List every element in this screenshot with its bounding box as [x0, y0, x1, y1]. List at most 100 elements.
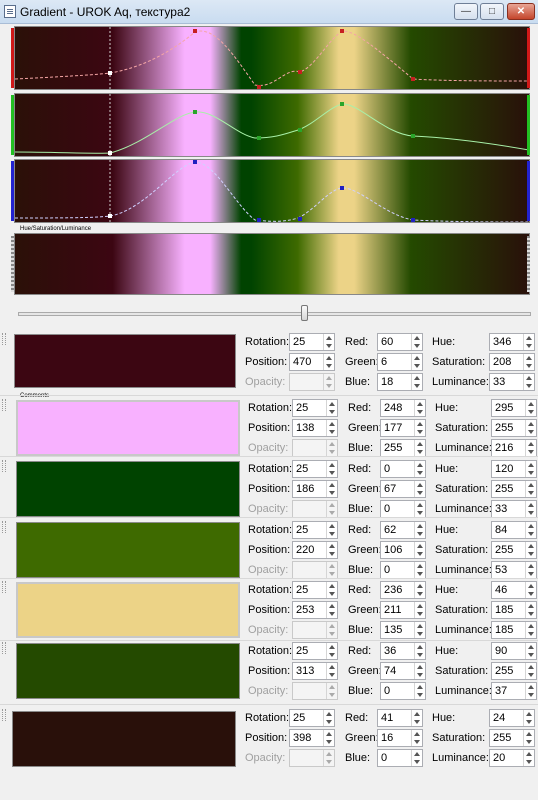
- green-spinbox[interactable]: 6: [377, 353, 423, 371]
- spin-arrows-icon[interactable]: [525, 663, 536, 679]
- spin-arrows-icon[interactable]: [414, 582, 425, 598]
- spin-arrows-icon[interactable]: [326, 643, 337, 659]
- position-spinbox[interactable]: 398: [289, 729, 335, 747]
- spin-arrows-icon[interactable]: [414, 683, 425, 699]
- spin-arrows-icon[interactable]: [326, 582, 337, 598]
- spin-arrows-icon[interactable]: [525, 542, 536, 558]
- minimize-button[interactable]: —: [454, 3, 478, 20]
- spin-arrows-icon[interactable]: [525, 683, 536, 699]
- spin-arrows-icon[interactable]: [411, 730, 422, 746]
- green-spinbox[interactable]: 74: [380, 662, 426, 680]
- spin-arrows-icon[interactable]: [414, 622, 425, 638]
- hue-spinbox[interactable]: 46: [491, 581, 537, 599]
- rotation-spinbox[interactable]: 25: [292, 399, 338, 417]
- spin-arrows-icon[interactable]: [326, 663, 337, 679]
- color-stop-swatch[interactable]: [16, 643, 240, 699]
- blue-spinbox[interactable]: 135: [380, 621, 426, 639]
- saturation-spinbox[interactable]: 255: [491, 419, 537, 437]
- hue-spinbox[interactable]: 120: [491, 460, 537, 478]
- spin-arrows-icon[interactable]: [523, 750, 534, 766]
- spin-arrows-icon[interactable]: [525, 461, 536, 477]
- stop-drag-handle[interactable]: [2, 399, 6, 411]
- spin-arrows-icon[interactable]: [323, 354, 334, 370]
- hue-spinbox[interactable]: 24: [489, 709, 535, 727]
- spin-arrows-icon[interactable]: [326, 522, 337, 538]
- spin-arrows-icon[interactable]: [411, 334, 422, 350]
- spin-arrows-icon[interactable]: [414, 562, 425, 578]
- spin-arrows-icon[interactable]: [323, 334, 334, 350]
- red-spinbox[interactable]: 60: [377, 333, 423, 351]
- spin-arrows-icon[interactable]: [525, 602, 536, 618]
- position-spinbox[interactable]: 470: [289, 353, 335, 371]
- green-spinbox[interactable]: 16: [377, 729, 423, 747]
- red-channel-curve[interactable]: [14, 26, 530, 90]
- spin-arrows-icon[interactable]: [525, 481, 536, 497]
- spin-arrows-icon[interactable]: [525, 501, 536, 517]
- position-spinbox[interactable]: 220: [292, 541, 338, 559]
- blue-spinbox[interactable]: 0: [380, 500, 426, 518]
- color-stop-swatch[interactable]: [16, 522, 240, 578]
- spin-arrows-icon[interactable]: [414, 663, 425, 679]
- blue-spinbox[interactable]: 255: [380, 439, 426, 457]
- spin-arrows-icon[interactable]: [326, 602, 337, 618]
- spin-arrows-icon[interactable]: [525, 622, 536, 638]
- spin-arrows-icon[interactable]: [326, 420, 337, 436]
- spin-arrows-icon[interactable]: [414, 481, 425, 497]
- color-stop-swatch[interactable]: [16, 400, 240, 456]
- spin-arrows-icon[interactable]: [414, 461, 425, 477]
- spin-arrows-icon[interactable]: [523, 354, 534, 370]
- red-spinbox[interactable]: 36: [380, 642, 426, 660]
- spin-arrows-icon[interactable]: [523, 334, 534, 350]
- saturation-spinbox[interactable]: 255: [489, 729, 535, 747]
- spin-arrows-icon[interactable]: [411, 710, 422, 726]
- stop-drag-handle[interactable]: [2, 521, 6, 533]
- spin-arrows-icon[interactable]: [326, 481, 337, 497]
- spin-arrows-icon[interactable]: [525, 400, 536, 416]
- spin-arrows-icon[interactable]: [414, 440, 425, 456]
- red-spinbox[interactable]: 236: [380, 581, 426, 599]
- blue-spinbox[interactable]: 0: [377, 749, 423, 767]
- saturation-spinbox[interactable]: 255: [491, 541, 537, 559]
- luminance-spinbox[interactable]: 53: [491, 561, 537, 579]
- hue-spinbox[interactable]: 295: [491, 399, 537, 417]
- red-spinbox[interactable]: 0: [380, 460, 426, 478]
- stop-drag-handle[interactable]: [2, 460, 6, 472]
- blue-spinbox[interactable]: 18: [377, 373, 423, 391]
- saturation-spinbox[interactable]: 208: [489, 353, 535, 371]
- color-stop-swatch[interactable]: [16, 582, 240, 638]
- saturation-spinbox[interactable]: 185: [491, 601, 537, 619]
- spin-arrows-icon[interactable]: [525, 582, 536, 598]
- luminance-spinbox[interactable]: 37: [491, 682, 537, 700]
- spin-arrows-icon[interactable]: [523, 730, 534, 746]
- position-slider-track[interactable]: [18, 312, 531, 316]
- spin-arrows-icon[interactable]: [411, 374, 422, 390]
- position-spinbox[interactable]: 253: [292, 601, 338, 619]
- color-stop-swatch[interactable]: [14, 334, 236, 388]
- spin-arrows-icon[interactable]: [411, 750, 422, 766]
- position-spinbox[interactable]: 138: [292, 419, 338, 437]
- color-stop-swatch[interactable]: [12, 711, 236, 767]
- spin-arrows-icon[interactable]: [323, 710, 334, 726]
- red-spinbox[interactable]: 41: [377, 709, 423, 727]
- spin-arrows-icon[interactable]: [414, 522, 425, 538]
- saturation-spinbox[interactable]: 255: [491, 662, 537, 680]
- spin-arrows-icon[interactable]: [326, 542, 337, 558]
- luminance-spinbox[interactable]: 33: [489, 373, 535, 391]
- hue-spinbox[interactable]: 346: [489, 333, 535, 351]
- spin-arrows-icon[interactable]: [323, 730, 334, 746]
- red-spinbox[interactable]: 248: [380, 399, 426, 417]
- green-spinbox[interactable]: 177: [380, 419, 426, 437]
- spin-arrows-icon[interactable]: [525, 562, 536, 578]
- rotation-spinbox[interactable]: 25: [292, 460, 338, 478]
- blue-channel-curve[interactable]: [14, 159, 530, 223]
- stop-drag-handle[interactable]: [2, 333, 6, 345]
- spin-arrows-icon[interactable]: [525, 522, 536, 538]
- color-stop-swatch[interactable]: [16, 461, 240, 517]
- spin-arrows-icon[interactable]: [411, 354, 422, 370]
- stop-drag-handle[interactable]: [2, 709, 6, 721]
- green-spinbox[interactable]: 211: [380, 601, 426, 619]
- luminance-spinbox[interactable]: 33: [491, 500, 537, 518]
- spin-arrows-icon[interactable]: [414, 400, 425, 416]
- stop-drag-handle[interactable]: [2, 581, 6, 593]
- luminance-spinbox[interactable]: 216: [491, 439, 537, 457]
